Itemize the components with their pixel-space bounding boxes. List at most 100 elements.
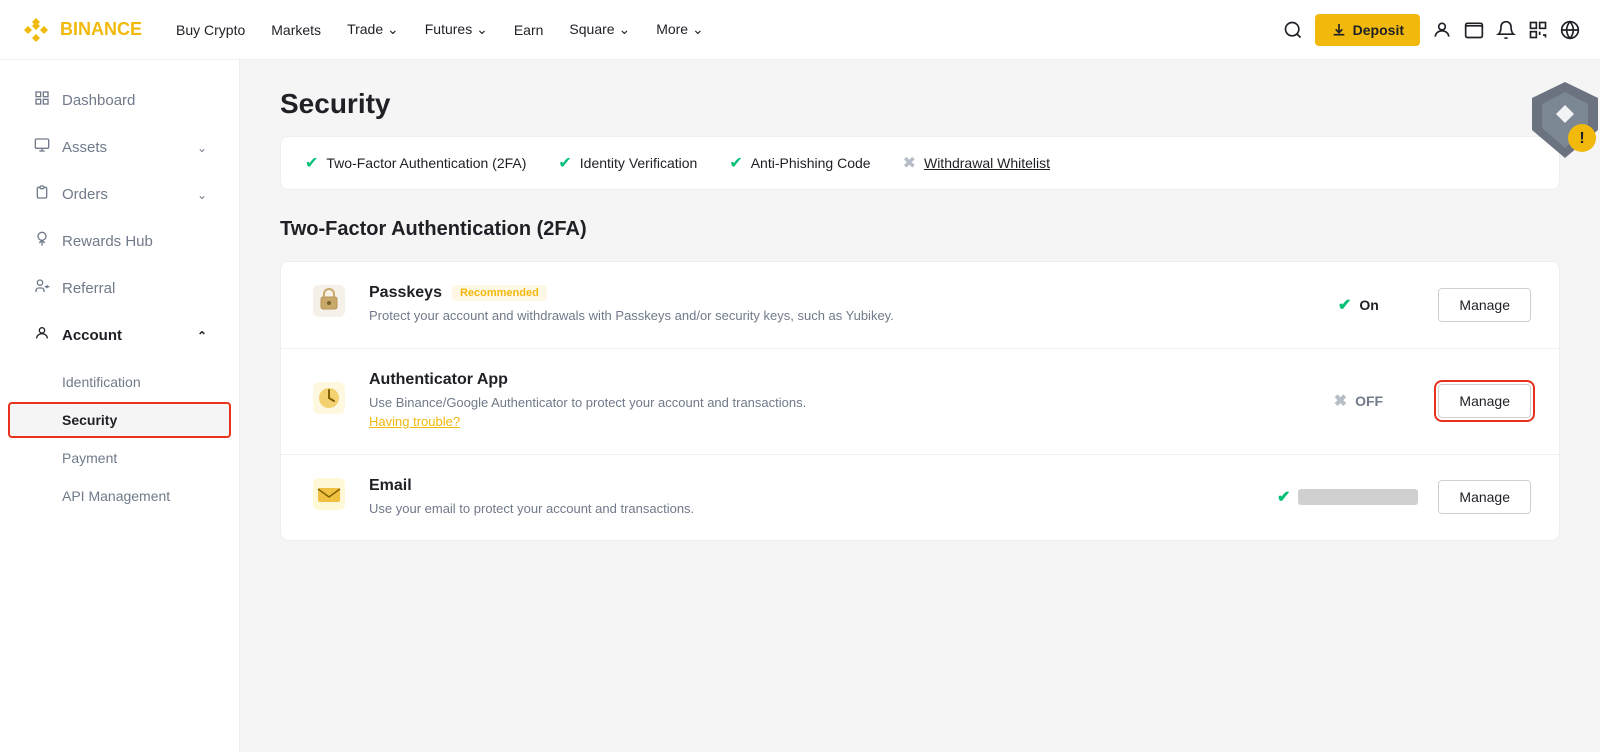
sidebar-item-rewards[interactable]: Rewards Hub (8, 219, 231, 264)
wallet-button[interactable] (1464, 20, 1484, 40)
bell-icon (1496, 20, 1516, 40)
sidebar-item-api[interactable]: API Management (8, 478, 231, 514)
email-body: Email Use your email to protect your acc… (369, 477, 1257, 519)
passkeys-status-icon: ✔ (1338, 295, 1351, 315)
scan-button[interactable] (1528, 20, 1548, 40)
email-status: ✔ (1277, 487, 1418, 507)
authenticator-body: Authenticator App Use Binance/Google Aut… (369, 371, 1278, 432)
profile-icon (1432, 20, 1452, 40)
wallet-icon (1464, 20, 1484, 40)
status-whitelist-icon: ✖ (903, 153, 916, 173)
sidebar-label-account: Account (62, 327, 122, 344)
search-button[interactable] (1283, 20, 1303, 40)
binance-logo-icon (20, 14, 52, 46)
authenticator-row: Authenticator App Use Binance/Google Aut… (281, 349, 1559, 455)
sidebar-item-identification[interactable]: Identification (8, 364, 231, 400)
assets-icon (32, 137, 52, 158)
sidebar-item-assets[interactable]: Assets ⌄ (8, 125, 231, 170)
sidebar-label-referral: Referral (62, 280, 115, 297)
email-row: Email Use your email to protect your acc… (281, 455, 1559, 541)
nav-right: Deposit (1283, 14, 1580, 46)
assets-chevron: ⌄ (197, 141, 207, 155)
orders-chevron: ⌄ (197, 188, 207, 202)
authenticator-status-icon: ✖ (1334, 391, 1347, 411)
email-status-icon: ✔ (1277, 487, 1290, 507)
security-cards-container: Passkeys Recommended Protect your accoun… (280, 261, 1560, 541)
sidebar-item-security[interactable]: Security (8, 402, 231, 438)
shield-badge: ! (1530, 80, 1600, 160)
passkeys-icon (309, 285, 349, 324)
sidebar-label-rewards: Rewards Hub (62, 233, 153, 250)
status-2fa-icon: ✔ (305, 153, 318, 173)
nav-futures[interactable]: Futures ⌄ (415, 13, 498, 46)
logo-text: BINANCE (60, 19, 142, 40)
email-address-blur (1298, 489, 1418, 505)
passkeys-desc: Protect your account and withdrawals wit… (369, 306, 1278, 326)
page-title: Security (280, 88, 1560, 120)
passkeys-name: Passkeys (369, 284, 442, 302)
authenticator-trouble-link[interactable]: Having trouble? (369, 414, 460, 429)
sidebar-item-dashboard[interactable]: Dashboard (8, 78, 231, 123)
email-manage-button[interactable]: Manage (1438, 480, 1531, 514)
dashboard-icon (32, 90, 52, 111)
authenticator-icon (309, 382, 349, 421)
nav-earn[interactable]: Earn (504, 14, 554, 46)
nav-buy-crypto[interactable]: Buy Crypto (166, 14, 255, 46)
authenticator-desc: Use Binance/Google Authenticator to prot… (369, 393, 1278, 432)
logo[interactable]: BINANCE (20, 14, 142, 46)
passkeys-row: Passkeys Recommended Protect your accoun… (281, 262, 1559, 349)
search-icon (1283, 20, 1303, 40)
account-chevron: ⌃ (197, 329, 207, 343)
profile-button[interactable] (1432, 20, 1452, 40)
nav-markets[interactable]: Markets (261, 14, 331, 46)
email-title: Email (369, 477, 1257, 495)
sidebar-item-account[interactable]: Account ⌃ (8, 313, 231, 358)
sidebar: Dashboard Assets ⌄ Orders ⌄ Rewards Hub (0, 60, 240, 752)
security-label: Security (62, 412, 117, 428)
nav-more[interactable]: More ⌄ (646, 13, 714, 46)
sidebar-item-orders[interactable]: Orders ⌄ (8, 172, 231, 217)
account-sub-menu: Identification Security Payment API Mana… (0, 360, 239, 518)
sidebar-label-dashboard: Dashboard (62, 92, 135, 109)
status-whitelist-label[interactable]: Withdrawal Whitelist (924, 155, 1050, 171)
passkeys-title: Passkeys Recommended (369, 284, 1278, 302)
email-icon (309, 478, 349, 517)
payment-label: Payment (62, 450, 117, 466)
authenticator-name: Authenticator App (369, 371, 508, 389)
main-content: Security ✔ Two-Factor Authentication (2F… (240, 60, 1600, 752)
nav-trade[interactable]: Trade ⌄ (337, 13, 409, 46)
deposit-button[interactable]: Deposit (1315, 14, 1420, 46)
authenticator-status-text: OFF (1355, 393, 1383, 409)
authenticator-status: ✖ OFF (1298, 391, 1418, 411)
notifications-button[interactable] (1496, 20, 1516, 40)
passkeys-status-text: On (1359, 297, 1378, 313)
identification-label: Identification (62, 374, 141, 390)
globe-icon (1560, 20, 1580, 40)
sidebar-label-orders: Orders (62, 186, 108, 203)
authenticator-manage-button[interactable]: Manage (1438, 384, 1531, 418)
top-navigation: BINANCE Buy Crypto Markets Trade ⌄ Futur… (0, 0, 1600, 60)
api-label: API Management (62, 488, 170, 504)
status-antiphishing-label: Anti-Phishing Code (751, 155, 871, 171)
passkeys-manage-button[interactable]: Manage (1438, 288, 1531, 322)
twofa-section: Two-Factor Authentication (2FA) (280, 218, 1560, 541)
deposit-icon (1331, 22, 1347, 38)
orders-icon (32, 184, 52, 205)
main-layout: Dashboard Assets ⌄ Orders ⌄ Rewards Hub (0, 60, 1600, 752)
scan-icon (1528, 20, 1548, 40)
status-identity: ✔ Identity Verification (558, 153, 697, 173)
globe-button[interactable] (1560, 20, 1580, 40)
passkeys-badge: Recommended (452, 285, 547, 301)
status-identity-label: Identity Verification (580, 155, 698, 171)
sidebar-item-referral[interactable]: Referral (8, 266, 231, 311)
status-antiphishing-icon: ✔ (729, 153, 742, 173)
referral-icon (32, 278, 52, 299)
passkeys-body: Passkeys Recommended Protect your accoun… (369, 284, 1278, 326)
twofa-title: Two-Factor Authentication (2FA) (280, 218, 1560, 241)
nav-links: Buy Crypto Markets Trade ⌄ Futures ⌄ Ear… (166, 13, 1259, 46)
status-whitelist[interactable]: ✖ Withdrawal Whitelist (903, 153, 1050, 173)
status-identity-icon: ✔ (558, 153, 571, 173)
sidebar-item-payment[interactable]: Payment (8, 440, 231, 476)
nav-square[interactable]: Square ⌄ (559, 13, 640, 46)
authenticator-title: Authenticator App (369, 371, 1278, 389)
